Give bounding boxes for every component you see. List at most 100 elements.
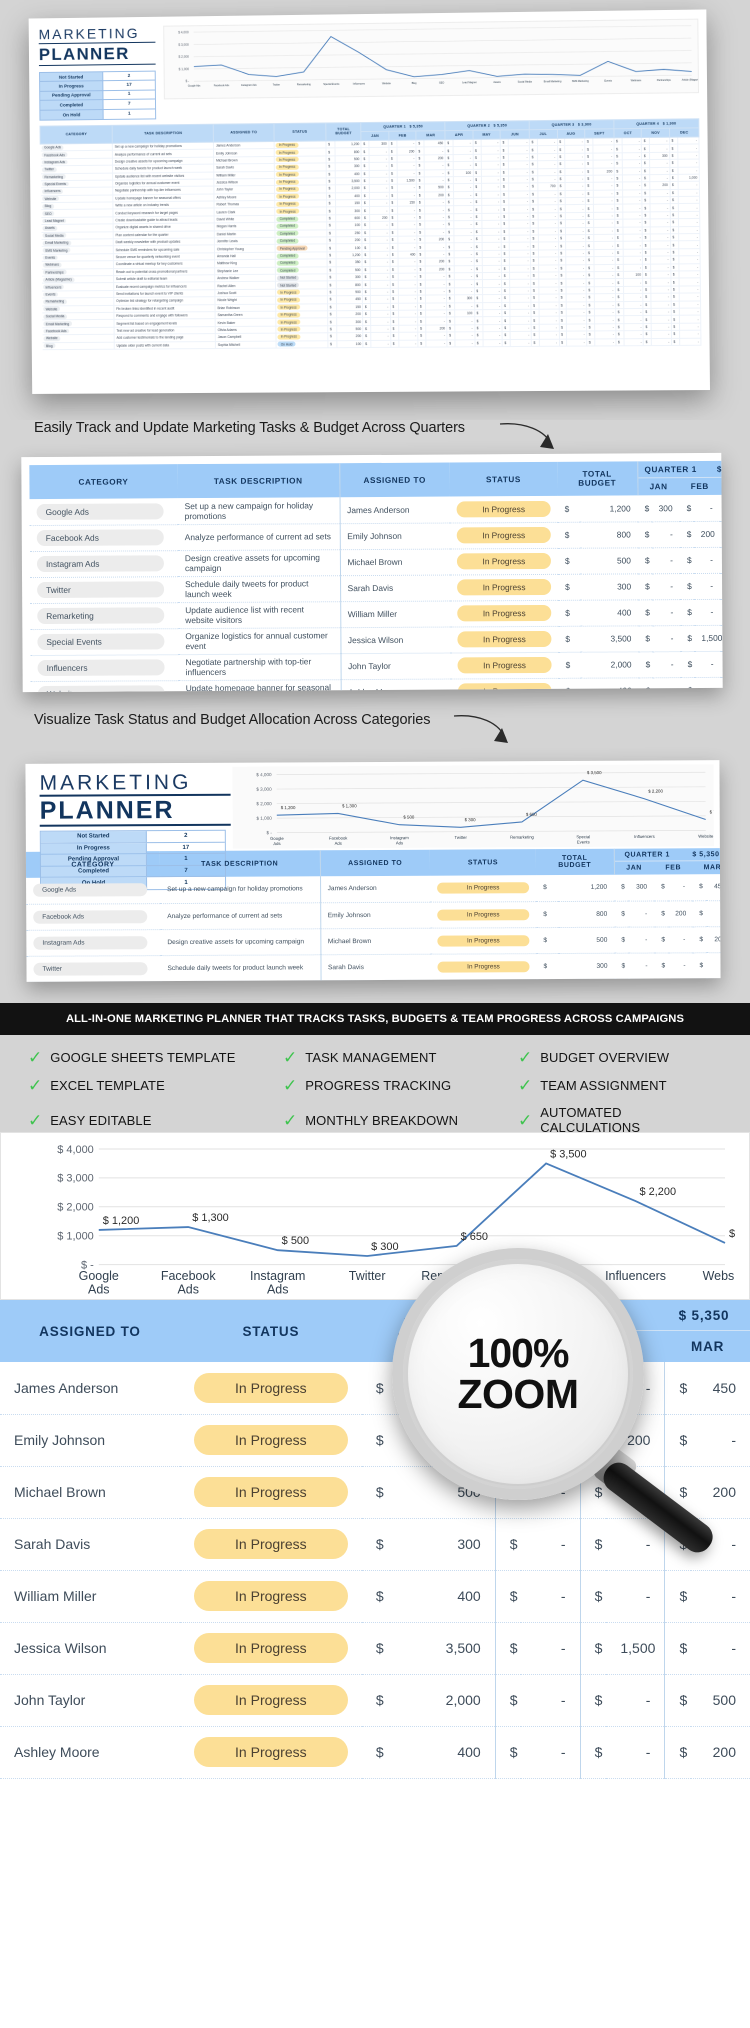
cell-currency: $ (474, 302, 483, 310)
cell-status[interactable]: In Progress (430, 927, 537, 954)
cell-status[interactable]: On Hold (275, 340, 328, 349)
table-row[interactable]: John Taylor In Progress $2,000 $ - $ - $500 (0, 1674, 750, 1727)
cell-month-value: - (510, 338, 532, 347)
cell-status[interactable]: In Progress (179, 1674, 362, 1727)
cell-currency: $ (361, 155, 370, 163)
feature-item: ✓ PROGRESS TRACKING (283, 1077, 518, 1094)
cell-status[interactable]: In Progress (430, 875, 537, 902)
cell-month-value: - (454, 272, 475, 281)
th-assigned: ASSIGNED TO (0, 1300, 180, 1362)
cell-currency: $ (638, 625, 653, 652)
svg-text:$ 2,000: $ 2,000 (256, 801, 272, 806)
cell-status[interactable]: In Progress (449, 547, 559, 575)
table-row[interactable]: Facebook Ads Analyze performance of curre… (26, 900, 721, 930)
cell-status[interactable]: In Progress (449, 495, 558, 523)
cell-currency: $ (586, 338, 595, 346)
cell-currency: $ (558, 301, 567, 310)
cell-currency: $ (615, 301, 624, 309)
cell-currency: $ (557, 160, 566, 169)
cell-status[interactable]: In Progress (450, 677, 559, 693)
cell-currency: $ (654, 900, 669, 927)
cell-currency: $ (445, 213, 454, 222)
magnifier-graphic: 100% ZOOM (392, 1248, 719, 1559)
cell-status[interactable]: In Progress (449, 521, 558, 549)
cell-currency: $ (529, 183, 538, 191)
cell-currency: $ (615, 330, 624, 339)
svg-text:$ 3,000: $ 3,000 (178, 43, 189, 47)
status-value: 17 (103, 80, 155, 90)
svg-text:Ads: Ads (178, 1283, 199, 1295)
cell-currency: $ (669, 174, 678, 182)
cell-assigned: James Anderson (0, 1362, 180, 1415)
cell-status[interactable]: In Progress (450, 625, 559, 653)
cell-month-value: - (510, 316, 532, 325)
cell-month-value: - (454, 302, 475, 310)
cell-currency: $ (664, 1726, 692, 1779)
cell-month-value: - (370, 280, 391, 289)
cell-currency: $ (416, 162, 425, 170)
cell-status[interactable]: In Progress (179, 1622, 362, 1675)
table-row[interactable]: William Miller In Progress $400 $ - $ - $ - (0, 1570, 750, 1623)
cell-month-value: - (694, 676, 721, 693)
cell-currency: $ (474, 265, 482, 273)
cell-status[interactable]: In Progress (179, 1570, 362, 1623)
cell-currency: $ (501, 264, 510, 273)
cell-status[interactable]: In Progress (450, 651, 559, 679)
th-budget-l2: BUDGET (558, 861, 592, 870)
cell-currency: $ (502, 316, 511, 325)
cell-currency: $ (613, 137, 622, 146)
cell-status[interactable]: In Progress (179, 1362, 362, 1415)
table-row[interactable]: Twitter Schedule daily tweets for product… (26, 952, 721, 982)
cell-currency: $ (557, 212, 566, 220)
cell-currency: $ (720, 676, 723, 693)
cell-month-value: - (606, 1674, 665, 1727)
cell-currency: $ (529, 175, 538, 184)
cell-currency: $ (417, 295, 426, 303)
cell-budget: 1,200 (579, 495, 638, 522)
promo-banner-text: ALL-IN-ONE MARKETING PLANNER THAT TRACKS… (65, 1013, 685, 1025)
cell-currency: $ (586, 286, 595, 294)
cell-currency: $ (417, 287, 426, 296)
cell-status[interactable]: In Progress (179, 1518, 362, 1571)
cell-currency: $ (671, 300, 680, 309)
cell-month-value: - (594, 293, 616, 302)
cell-status[interactable]: In Progress (179, 1726, 362, 1779)
table-row[interactable]: Sarah DavisIn Progress$300$-$-$- (0, 1518, 750, 1571)
table-row[interactable]: Jessica Wilson In Progress $3,500 $ - $1,500 $… (0, 1622, 750, 1675)
cell-month-value: - (566, 323, 587, 332)
cell-status[interactable]: In Progress (179, 1466, 362, 1519)
table-row[interactable]: Instagram Ads Design creative assets for … (26, 926, 721, 956)
hero-line-chart: $ - $ 1,000 $ 2,000 $ 3,000 $ 4,000 Google Ad… (163, 18, 700, 100)
brand-block: MARKETING PLANNER Not Started 2 In Progre… (39, 25, 157, 121)
feature-item: ✓ BUDGET OVERVIEW (518, 1049, 718, 1066)
cell-status[interactable]: In Progress (450, 573, 559, 601)
cell-currency: $ (501, 242, 510, 251)
cell-currency: $ (614, 197, 623, 205)
cell-task: Negotiate partnership with top-tier infl… (178, 653, 341, 681)
cell-currency: $ (500, 168, 509, 177)
cell-month-value: - (594, 308, 616, 317)
cell-status[interactable]: In Progress (430, 953, 537, 980)
svg-text:$ 750: $ 750 (729, 1228, 735, 1240)
cell-currency: $ (614, 159, 623, 168)
q1-month-jan: JAN (626, 864, 642, 872)
cell-currency: $ (416, 206, 425, 214)
th-category: CATEGORY (29, 464, 178, 500)
svg-text:$ 1,300: $ 1,300 (342, 803, 357, 808)
cell-currency: $ (642, 263, 651, 272)
th-task: TASK DESCRIPTION (177, 463, 340, 499)
cell-currency: $ (558, 677, 581, 693)
cell-currency: $ (671, 308, 680, 316)
cell-month-value: 1,500 (606, 1622, 665, 1675)
cell-currency: $ (473, 168, 482, 177)
cell-currency: $ (502, 339, 511, 347)
cell-status[interactable]: In Progress (430, 901, 537, 928)
cell-currency: $ (416, 191, 425, 200)
table-row[interactable]: Ashley Moore In Progress $400 $ - $ - $200 (0, 1726, 750, 1779)
cell-assigned: William Miller (340, 600, 451, 628)
brand-block-2: MARKETING PLANNER Not Started 2 In Progre… (25, 763, 231, 891)
cell-currency: $ (585, 256, 594, 265)
cell-currency: $ (473, 205, 482, 214)
cell-status[interactable]: In Progress (450, 599, 559, 627)
cell-status[interactable]: In Progress (179, 1414, 362, 1467)
